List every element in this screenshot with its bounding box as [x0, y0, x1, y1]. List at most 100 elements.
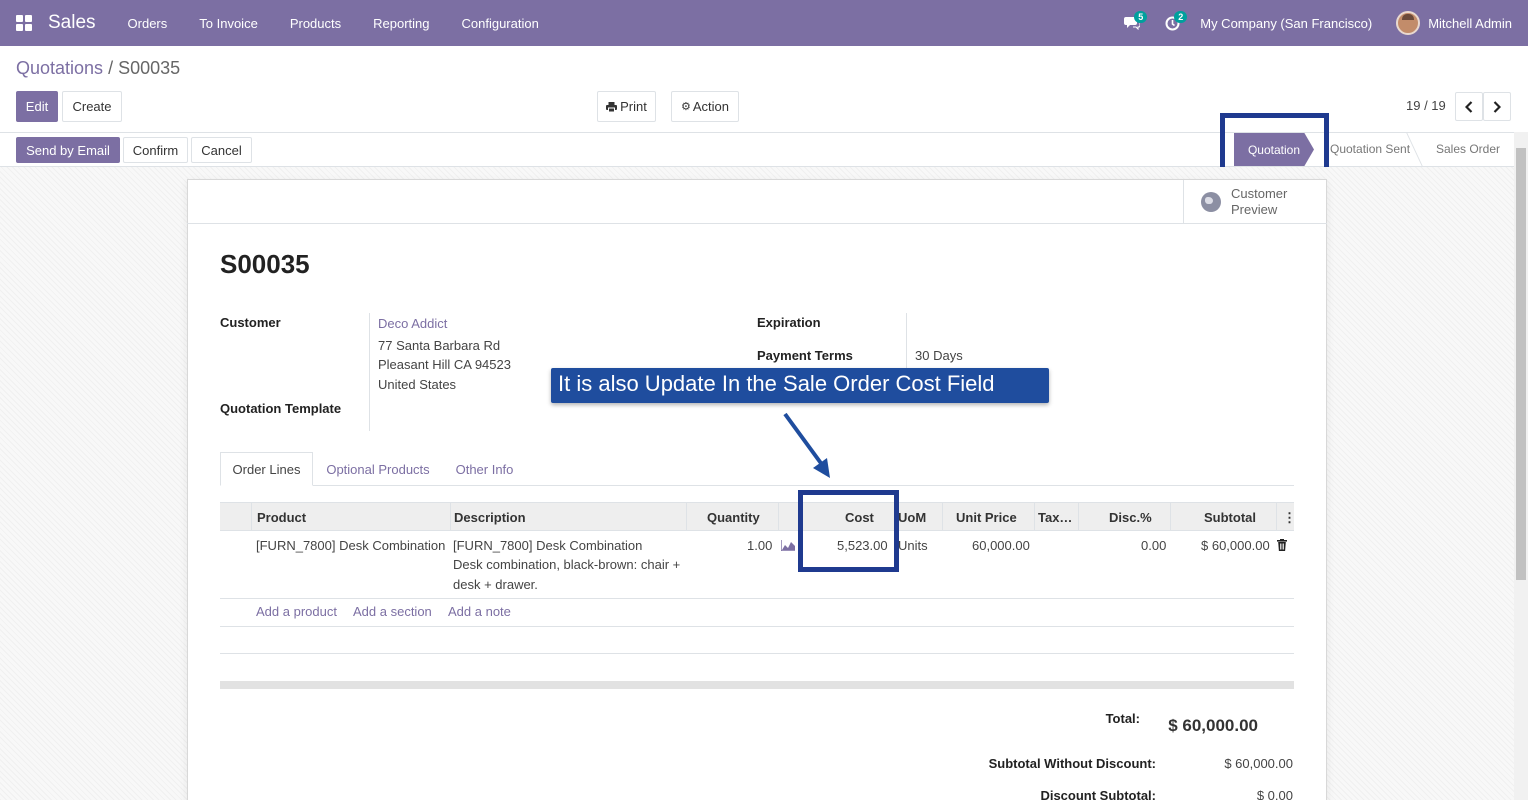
document-title: S00035: [220, 249, 310, 279]
col-taxes[interactable]: Tax…: [1038, 510, 1072, 525]
create-button[interactable]: Create: [62, 91, 122, 122]
add-note-link[interactable]: Add a note: [448, 604, 511, 619]
breadcrumb-current: S00035: [118, 58, 181, 78]
column-options-icon[interactable]: ⋮: [1283, 510, 1296, 526]
column-separator: [1276, 503, 1277, 530]
column-separator: [942, 503, 943, 530]
action-label: Action: [692, 99, 729, 114]
form-sheet: [187, 179, 1327, 800]
customer-address-line3: United States: [378, 377, 457, 392]
row-divider: [220, 626, 1294, 627]
payment-terms-label: Payment Terms: [757, 348, 853, 363]
line-description-1[interactable]: [FURN_7800] Desk Combination: [453, 538, 642, 553]
total-label: Total:: [1105, 711, 1140, 726]
tab-order-lines[interactable]: Order Lines: [220, 452, 313, 486]
forecast-chart-icon[interactable]: [781, 540, 795, 551]
print-button[interactable]: Print: [597, 91, 656, 122]
line-product[interactable]: [FURN_7800] Desk Combination: [256, 538, 445, 553]
menu-configuration[interactable]: Configuration: [446, 0, 555, 46]
add-product-link[interactable]: Add a product: [256, 604, 337, 619]
column-separator: [1078, 503, 1079, 530]
user-menu[interactable]: Mitchell Admin: [1428, 16, 1528, 31]
cancel-button[interactable]: Cancel: [191, 137, 252, 163]
column-separator: [686, 503, 687, 530]
tab-other-info[interactable]: Other Info: [446, 452, 523, 486]
menu-products[interactable]: Products: [274, 0, 357, 46]
chevron-left-icon: [1465, 100, 1473, 113]
discount-subtotal-value: $ 0.00: [1256, 788, 1293, 800]
scrollbar-thumb[interactable]: [1516, 148, 1526, 580]
top-navbar: Sales Orders To Invoice Products Reporti…: [0, 0, 1528, 46]
menu-to-invoice[interactable]: To Invoice: [183, 0, 274, 46]
stage-quotation-sent[interactable]: Quotation Sent: [1330, 142, 1410, 156]
col-subtotal[interactable]: Subtotal: [1204, 510, 1256, 525]
quotation-template-label: Quotation Template: [220, 401, 342, 416]
section-divider: [220, 681, 1294, 689]
activities-badge: 2: [1174, 11, 1188, 23]
preview-line1: Customer: [1231, 185, 1288, 201]
expiration-label: Expiration: [757, 315, 821, 330]
menu-reporting[interactable]: Reporting: [357, 0, 445, 46]
col-unit-price[interactable]: Unit Price: [956, 510, 1017, 525]
col-quantity[interactable]: Quantity: [707, 510, 760, 525]
customer-link[interactable]: Deco Addict: [378, 316, 447, 331]
company-switcher[interactable]: My Company (San Francisco): [1192, 16, 1396, 31]
field-divider: [369, 313, 370, 431]
column-separator: [450, 503, 451, 530]
button-box: [187, 179, 1327, 224]
row-divider: [220, 653, 1294, 654]
field-divider-right: [906, 313, 907, 373]
line-quantity[interactable]: 1.00: [747, 538, 772, 553]
row-divider: [220, 598, 1294, 599]
pager-next-button[interactable]: [1483, 92, 1511, 121]
apps-menu-icon[interactable]: [0, 0, 48, 46]
customer-label: Customer: [220, 315, 281, 330]
send-by-email-button[interactable]: Send by Email: [16, 137, 120, 163]
confirm-button[interactable]: Confirm: [123, 137, 188, 163]
preview-line2: Preview: [1231, 201, 1278, 217]
notebook-tabs: Order Lines Optional Products Other Info: [220, 452, 1294, 486]
total-value: $ 60,000.00: [1168, 716, 1258, 735]
line-unit-price[interactable]: 60,000.00: [972, 538, 1030, 553]
col-uom[interactable]: UoM: [898, 510, 926, 525]
print-icon: [606, 101, 618, 112]
line-uom[interactable]: Units: [898, 538, 928, 553]
line-description-3[interactable]: desk + drawer.: [453, 577, 538, 592]
column-separator: [1034, 503, 1035, 530]
edit-button[interactable]: Edit: [16, 91, 58, 122]
action-button[interactable]: ⚙ Action: [671, 91, 739, 122]
menu-orders[interactable]: Orders: [112, 0, 184, 46]
breadcrumb-separator: /: [108, 58, 114, 78]
column-separator: [778, 503, 779, 530]
payment-terms-value[interactable]: 30 Days: [915, 348, 963, 363]
line-discount[interactable]: 0.00: [1141, 538, 1166, 553]
column-separator: [1170, 503, 1171, 530]
activities-button[interactable]: 2: [1152, 0, 1192, 46]
globe-icon: [1201, 191, 1221, 212]
tab-optional-products[interactable]: Optional Products: [317, 452, 439, 486]
trash-icon[interactable]: [1277, 539, 1287, 551]
breadcrumb-quotations[interactable]: Quotations: [16, 58, 103, 78]
breadcrumb: Quotations / S00035: [16, 58, 180, 79]
discount-subtotal-label: Discount Subtotal:: [1040, 788, 1156, 800]
col-discount[interactable]: Disc.%: [1109, 510, 1152, 525]
chevron-right-icon: [1493, 100, 1501, 113]
highlight-box-cost: [798, 490, 899, 572]
col-description[interactable]: Description: [454, 510, 526, 525]
column-separator: [251, 503, 252, 530]
pager-previous-button[interactable]: [1455, 92, 1483, 121]
add-section-link[interactable]: Add a section: [353, 604, 432, 619]
stage-sales-order[interactable]: Sales Order: [1436, 142, 1500, 156]
user-avatar[interactable]: [1396, 11, 1421, 35]
line-description-2[interactable]: Desk combination, black-brown: chair +: [453, 557, 680, 572]
app-name[interactable]: Sales: [48, 12, 96, 34]
customer-preview-button[interactable]: Customer Preview: [1183, 180, 1326, 223]
messages-button[interactable]: 5: [1112, 0, 1152, 46]
subtotal-without-discount-label: Subtotal Without Discount:: [988, 756, 1156, 771]
order-lines-header: Product Description Quantity Cost UoM Un…: [220, 502, 1296, 531]
customer-address-line1: 77 Santa Barbara Rd: [378, 338, 501, 353]
line-subtotal: $ 60,000.00: [1201, 538, 1270, 553]
print-label: Print: [620, 99, 647, 114]
pager-value[interactable]: 19 / 19: [1406, 98, 1446, 113]
col-product[interactable]: Product: [257, 510, 306, 525]
